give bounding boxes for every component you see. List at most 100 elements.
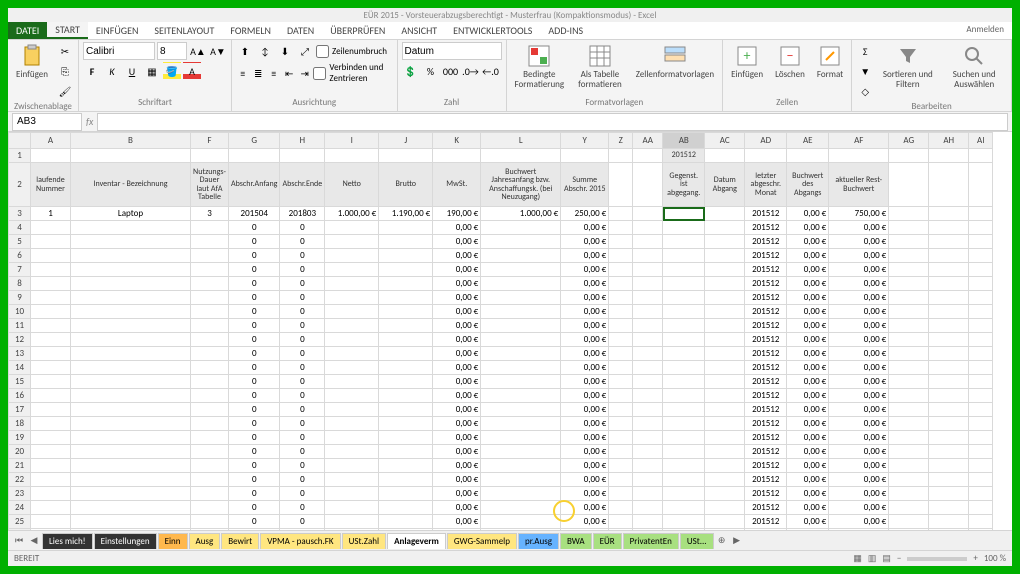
cell-Z14[interactable] [609, 361, 633, 375]
cell-AA14[interactable] [633, 361, 663, 375]
cell-I23[interactable] [325, 487, 379, 501]
cell-AC13[interactable] [705, 347, 745, 361]
cell-J11[interactable] [379, 319, 433, 333]
cell-Z13[interactable] [609, 347, 633, 361]
paste-button[interactable]: Einfügen [12, 42, 52, 82]
sheet-tab-7[interactable]: Anlageverm [387, 533, 446, 549]
cell-B1[interactable] [71, 149, 191, 163]
cell-AF10[interactable]: 0,00 € [829, 305, 889, 319]
cell-Y23[interactable]: 0,00 € [561, 487, 609, 501]
cell-L11[interactable] [481, 319, 561, 333]
row-header-25[interactable]: 25 [9, 515, 31, 529]
cell-AE11[interactable]: 0,00 € [787, 319, 829, 333]
cell-I20[interactable] [325, 445, 379, 459]
cell-AH11[interactable] [929, 319, 969, 333]
cell-K15[interactable]: 0,00 € [433, 375, 481, 389]
cell-G20[interactable]: 0 [229, 445, 280, 459]
cell-H9[interactable]: 0 [280, 291, 325, 305]
cell-B4[interactable] [71, 221, 191, 235]
col-header-K[interactable]: K [433, 133, 481, 149]
cell-AH20[interactable] [929, 445, 969, 459]
cell-I5[interactable] [325, 235, 379, 249]
cell-J4[interactable] [379, 221, 433, 235]
cell-AG26[interactable] [889, 529, 929, 531]
align-top-button[interactable]: ⬆ [236, 42, 254, 60]
cell-Z15[interactable] [609, 375, 633, 389]
cell-AD13[interactable]: 201512 [745, 347, 787, 361]
cell-L19[interactable] [481, 431, 561, 445]
cell-A19[interactable] [31, 431, 71, 445]
cell-AF4[interactable]: 0,00 € [829, 221, 889, 235]
cell-Y26[interactable]: 0,00 € [561, 529, 609, 531]
cell-F1[interactable] [191, 149, 229, 163]
cell-A20[interactable] [31, 445, 71, 459]
cell-L12[interactable] [481, 333, 561, 347]
cell-AD2[interactable]: letzter abgeschr. Monat [745, 163, 787, 207]
cell-B3[interactable]: Laptop [71, 207, 191, 221]
cell-AI2[interactable] [969, 163, 993, 207]
cell-G2[interactable]: Abschr.Anfang [229, 163, 280, 207]
cell-AB23[interactable] [663, 487, 705, 501]
cell-J25[interactable] [379, 515, 433, 529]
cell-J6[interactable] [379, 249, 433, 263]
cell-A24[interactable] [31, 501, 71, 515]
cell-AI23[interactable] [969, 487, 993, 501]
cell-G5[interactable]: 0 [229, 235, 280, 249]
cell-L9[interactable] [481, 291, 561, 305]
cell-AB24[interactable] [663, 501, 705, 515]
cell-F21[interactable] [191, 459, 229, 473]
cell-AE10[interactable]: 0,00 € [787, 305, 829, 319]
cell-J10[interactable] [379, 305, 433, 319]
cell-H22[interactable]: 0 [280, 473, 325, 487]
cell-AD23[interactable]: 201512 [745, 487, 787, 501]
cell-AC26[interactable] [705, 529, 745, 531]
cell-Y14[interactable]: 0,00 € [561, 361, 609, 375]
bold-button[interactable]: F [83, 62, 101, 80]
cell-AG18[interactable] [889, 417, 929, 431]
cell-Z12[interactable] [609, 333, 633, 347]
cell-B12[interactable] [71, 333, 191, 347]
cell-AH3[interactable] [929, 207, 969, 221]
cell-AC1[interactable] [705, 149, 745, 163]
cell-H15[interactable]: 0 [280, 375, 325, 389]
cell-AD17[interactable]: 201512 [745, 403, 787, 417]
currency-button[interactable]: 💲 [402, 62, 420, 80]
cell-A16[interactable] [31, 389, 71, 403]
cell-AG13[interactable] [889, 347, 929, 361]
cell-B25[interactable] [71, 515, 191, 529]
tab-start[interactable]: START [47, 22, 88, 39]
cell-B23[interactable] [71, 487, 191, 501]
format-cells-button[interactable]: Format [813, 42, 847, 82]
cell-AD16[interactable]: 201512 [745, 389, 787, 403]
cell-AF6[interactable]: 0,00 € [829, 249, 889, 263]
cell-AD21[interactable]: 201512 [745, 459, 787, 473]
cell-I21[interactable] [325, 459, 379, 473]
cell-F25[interactable] [191, 515, 229, 529]
cell-AC21[interactable] [705, 459, 745, 473]
cell-B2[interactable]: Inventar - Bezeichnung [71, 163, 191, 207]
col-header-I[interactable]: I [325, 133, 379, 149]
tab-data[interactable]: DATEN [279, 22, 322, 39]
cell-G25[interactable]: 0 [229, 515, 280, 529]
cell-H1[interactable] [280, 149, 325, 163]
cell-AH5[interactable] [929, 235, 969, 249]
row-header-26[interactable]: 26 [9, 529, 31, 531]
sheet-tab-1[interactable]: Einstellungen [94, 533, 157, 549]
cell-Z2[interactable] [609, 163, 633, 207]
cell-AF8[interactable]: 0,00 € [829, 277, 889, 291]
cell-K18[interactable]: 0,00 € [433, 417, 481, 431]
cell-AA16[interactable] [633, 389, 663, 403]
tab-view[interactable]: ANSICHT [393, 22, 445, 39]
cell-AG2[interactable] [889, 163, 929, 207]
col-header-G[interactable]: G [229, 133, 280, 149]
cell-AA9[interactable] [633, 291, 663, 305]
cell-AG9[interactable] [889, 291, 929, 305]
cell-L7[interactable] [481, 263, 561, 277]
cell-L20[interactable] [481, 445, 561, 459]
cell-styles-button[interactable]: Zellenformatvorlagen [632, 42, 718, 82]
cell-AH19[interactable] [929, 431, 969, 445]
cell-H18[interactable]: 0 [280, 417, 325, 431]
cell-AA5[interactable] [633, 235, 663, 249]
cell-AB16[interactable] [663, 389, 705, 403]
row-header-15[interactable]: 15 [9, 375, 31, 389]
